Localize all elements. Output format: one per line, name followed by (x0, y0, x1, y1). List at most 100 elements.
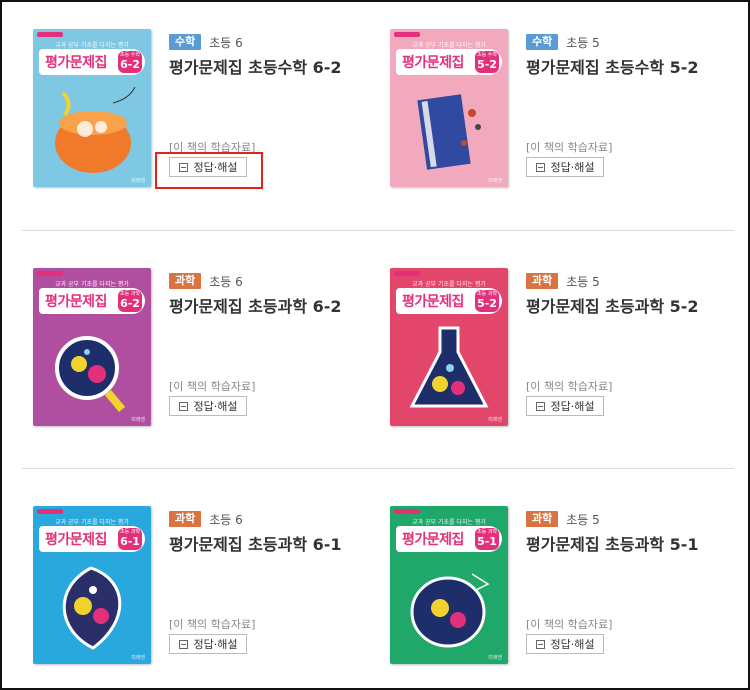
cover-grade-badge: 초등 과학 5-1 (475, 528, 499, 550)
cover-title: 평가문제집 (45, 532, 107, 548)
book-meta: 과학 초등 6 (169, 511, 243, 527)
book-info: 과학 초등 5 평가문제집 초등과학 5-2 [이 책의 학습자료] 정답·해설 (526, 268, 736, 426)
cover-grade-badge: 초등 과학 5-2 (475, 290, 499, 312)
publisher-logo: 미래엔 (131, 655, 145, 661)
publisher-logo: 미래엔 (488, 178, 502, 184)
document-icon (178, 639, 188, 649)
book-title[interactable]: 평가문제집 초등과학 5-2 (526, 293, 699, 317)
book-info: 수학 초등 5 평가문제집 초등수학 5-2 [이 책의 학습자료] 정답·해설 (526, 29, 736, 187)
book-info: 과학 초등 6 평가문제집 초등과학 6-1 [이 책의 학습자료] 정답·해설 (169, 506, 379, 664)
cover-illustration (43, 322, 141, 418)
cover-tagline: 교과 공부 기초를 다지는 평가 (412, 42, 486, 49)
answer-explanation-button[interactable]: 정답·해설 (526, 157, 604, 177)
cover-illustration (400, 322, 498, 418)
cover-stripe (37, 509, 63, 514)
cover-stripe (37, 271, 63, 276)
answer-button-label: 정답·해설 (550, 638, 595, 651)
cover-title: 평가문제집 (45, 294, 107, 310)
document-icon (535, 162, 545, 172)
publisher-logo: 미래엔 (131, 178, 145, 184)
book-title[interactable]: 평가문제집 초등수학 5-2 (526, 54, 699, 78)
cover-banner: 평가문제집 초등 과학 6-1 (39, 526, 145, 552)
cover-title: 평가문제집 (402, 55, 464, 71)
cover-stripe (394, 509, 420, 514)
book-cover[interactable]: 교과 공부 기초를 다지는 평가 평가문제집 초등 과학 6-2 미래엔 (33, 268, 151, 426)
cover-tagline: 교과 공부 기초를 다지는 평가 (55, 281, 129, 288)
grade-label: 초등 6 (209, 35, 243, 50)
cover-tagline: 교과 공부 기초를 다지는 평가 (412, 281, 486, 288)
grade-label: 초등 5 (566, 274, 600, 289)
publisher-logo: 미래엔 (488, 655, 502, 661)
answer-button-label: 정답·해설 (193, 638, 238, 651)
book-item: 교과 공부 기초를 다지는 평가 평가문제집 초등 과학 5-1 미래엔 과학 … (390, 506, 730, 666)
cover-banner: 평가문제집 초등 과학 5-2 (396, 288, 502, 314)
cover-illustration (43, 83, 141, 179)
materials-label: [이 책의 학습자료] (526, 141, 613, 154)
book-item: 교과 공부 기초를 다지는 평가 평가문제집 초등 과학 6-1 미래엔 과학 … (33, 506, 373, 666)
answer-explanation-button[interactable]: 정답·해설 (526, 634, 604, 654)
answer-explanation-button[interactable]: 정답·해설 (169, 634, 247, 654)
cover-grade-badge: 초등 수학 6-2 (118, 51, 142, 73)
book-cover[interactable]: 교과 공부 기초를 다지는 평가 평가문제집 초등 수학 6-2 미래엔 (33, 29, 151, 187)
cover-title: 평가문제집 (45, 55, 107, 71)
book-cover[interactable]: 교과 공부 기초를 다지는 평가 평가문제집 초등 수학 5-2 미래엔 (390, 29, 508, 187)
book-meta: 과학 초등 5 (526, 511, 600, 527)
cover-banner: 평가문제집 초등 과학 6-2 (39, 288, 145, 314)
book-cover[interactable]: 교과 공부 기초를 다지는 평가 평가문제집 초등 과학 5-1 미래엔 (390, 506, 508, 664)
document-icon (535, 401, 545, 411)
materials-label: [이 책의 학습자료] (526, 618, 613, 631)
cover-illustration (400, 560, 498, 656)
book-meta: 과학 초등 5 (526, 273, 600, 289)
cover-grade-badge: 초등 과학 6-1 (118, 528, 142, 550)
book-cover[interactable]: 교과 공부 기초를 다지는 평가 평가문제집 초등 과학 6-1 미래엔 (33, 506, 151, 664)
book-cover[interactable]: 교과 공부 기초를 다지는 평가 평가문제집 초등 과학 5-2 미래엔 (390, 268, 508, 426)
answer-explanation-button[interactable]: 정답·해설 (526, 396, 604, 416)
cover-title: 평가문제집 (402, 294, 464, 310)
cover-grade-badge: 초등 수학 5-2 (475, 51, 499, 73)
book-title[interactable]: 평가문제집 초등과학 6-2 (169, 293, 342, 317)
subject-badge: 과학 (526, 511, 559, 527)
book-item: 교과 공부 기초를 다지는 평가 평가문제집 초등 수학 5-2 미래엔 수학 … (390, 29, 730, 189)
subject-badge: 과학 (526, 273, 559, 289)
answer-button-label: 정답·해설 (550, 161, 595, 174)
materials-label: [이 책의 학습자료] (526, 380, 613, 393)
book-info: 과학 초등 6 평가문제집 초등과학 6-2 [이 책의 학습자료] 정답·해설 (169, 268, 379, 426)
book-meta: 수학 초등 5 (526, 34, 600, 50)
book-item: 교과 공부 기초를 다지는 평가 평가문제집 초등 과학 5-2 미래엔 과학 … (390, 268, 730, 428)
cover-grade: 6-2 (120, 297, 140, 310)
cover-tagline: 교과 공부 기초를 다지는 평가 (55, 42, 129, 49)
row-divider (22, 230, 734, 231)
cover-tagline: 교과 공부 기초를 다지는 평가 (55, 519, 129, 526)
row-divider (22, 468, 734, 469)
book-title[interactable]: 평가문제집 초등과학 6-1 (169, 531, 342, 555)
cover-stripe (394, 271, 420, 276)
grade-label: 초등 5 (566, 512, 600, 527)
cover-grade: 6-1 (120, 535, 140, 548)
cover-grade: 5-2 (477, 297, 497, 310)
book-info: 과학 초등 5 평가문제집 초등과학 5-1 [이 책의 학습자료] 정답·해설 (526, 506, 736, 664)
answer-explanation-button[interactable]: 정답·해설 (169, 396, 247, 416)
subject-badge: 과학 (169, 511, 202, 527)
subject-badge: 수학 (526, 34, 559, 50)
publisher-logo: 미래엔 (131, 417, 145, 423)
document-icon (178, 401, 188, 411)
highlight-box (155, 152, 263, 189)
book-meta: 과학 초등 6 (169, 273, 243, 289)
cover-illustration (43, 560, 141, 656)
cover-title: 평가문제집 (402, 532, 464, 548)
cover-grade: 5-1 (477, 535, 497, 548)
cover-banner: 평가문제집 초등 과학 5-1 (396, 526, 502, 552)
cover-illustration (400, 83, 498, 179)
cover-grade: 5-2 (477, 58, 497, 71)
cover-stripe (394, 32, 420, 37)
cover-stripe (37, 32, 63, 37)
book-title[interactable]: 평가문제집 초등수학 6-2 (169, 54, 342, 78)
book-title[interactable]: 평가문제집 초등과학 5-1 (526, 531, 699, 555)
materials-label: [이 책의 학습자료] (169, 380, 256, 393)
document-icon (535, 639, 545, 649)
cover-tagline: 교과 공부 기초를 다지는 평가 (412, 519, 486, 526)
cover-banner: 평가문제집 초등 수학 6-2 (39, 49, 145, 75)
subject-badge: 과학 (169, 273, 202, 289)
answer-button-label: 정답·해설 (550, 400, 595, 413)
answer-button-label: 정답·해설 (193, 400, 238, 413)
